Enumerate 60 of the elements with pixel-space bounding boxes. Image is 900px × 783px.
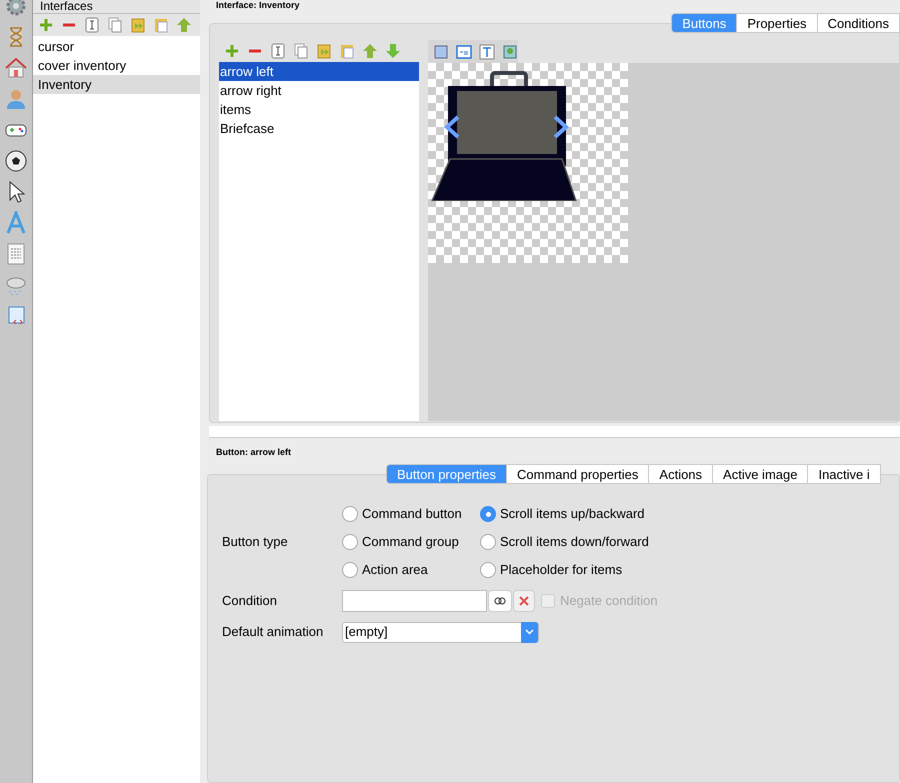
gear-icon[interactable] bbox=[4, 0, 28, 18]
radio-button[interactable] bbox=[342, 506, 358, 522]
field-label: Button type bbox=[222, 533, 289, 552]
tab[interactable]: Active image bbox=[712, 464, 808, 484]
down-arrow-icon[interactable] bbox=[384, 42, 402, 60]
copy-icon[interactable] bbox=[292, 42, 310, 60]
image-icon[interactable] bbox=[501, 42, 519, 60]
tab[interactable]: Actions bbox=[648, 464, 714, 484]
up-arrow-icon[interactable] bbox=[361, 42, 379, 60]
radio-option[interactable]: Action area bbox=[342, 560, 480, 580]
add-icon[interactable] bbox=[37, 16, 55, 34]
rename-icon[interactable] bbox=[269, 42, 287, 60]
radio-button[interactable] bbox=[480, 506, 496, 522]
section-title: Button: arrow left bbox=[215, 446, 292, 459]
list-item[interactable]: cover inventory bbox=[33, 56, 200, 75]
close-icon bbox=[519, 596, 529, 606]
person-icon[interactable] bbox=[4, 87, 28, 111]
chain-icon bbox=[494, 596, 506, 604]
radio-option[interactable]: Command button bbox=[342, 504, 480, 524]
list-item[interactable]: arrow right bbox=[219, 81, 419, 100]
field-label: Default animation bbox=[222, 623, 324, 642]
ball-icon[interactable] bbox=[4, 149, 28, 173]
link-button[interactable] bbox=[488, 590, 512, 612]
list-item[interactable]: Briefcase bbox=[219, 119, 419, 138]
text-icon[interactable] bbox=[478, 42, 496, 60]
rectangle-icon[interactable] bbox=[432, 42, 450, 60]
clipboard-icon[interactable] bbox=[338, 42, 356, 60]
tab[interactable]: Inactive i bbox=[807, 464, 881, 484]
caret-icon bbox=[525, 629, 534, 635]
radio-button[interactable] bbox=[480, 562, 496, 578]
up-arrow-icon[interactable] bbox=[175, 16, 193, 34]
list-item[interactable]: items bbox=[219, 100, 419, 119]
list-item[interactable]: arrow left bbox=[219, 62, 419, 81]
rename-icon[interactable] bbox=[83, 16, 101, 34]
section-title: Interface: Inventory bbox=[215, 0, 300, 11]
paste-icon[interactable] bbox=[129, 16, 147, 34]
house-icon[interactable] bbox=[4, 56, 28, 80]
letter-a-icon[interactable] bbox=[4, 211, 28, 235]
radio-button[interactable] bbox=[342, 562, 358, 578]
list-item[interactable]: Inventory bbox=[33, 75, 200, 94]
splitter-bar[interactable] bbox=[209, 426, 900, 438]
tab[interactable]: Conditions bbox=[816, 13, 900, 33]
radio-option[interactable]: Command group bbox=[342, 532, 480, 552]
panel-title: Interfaces bbox=[39, 0, 93, 13]
copy-icon[interactable] bbox=[106, 16, 124, 34]
tab[interactable]: Properties bbox=[736, 13, 818, 33]
clipboard-icon[interactable] bbox=[152, 16, 170, 34]
radio-option[interactable]: Scroll items up/backward bbox=[480, 504, 649, 524]
tab[interactable]: Command properties bbox=[506, 464, 650, 484]
animation-dropdown[interactable]: [empty] bbox=[342, 622, 539, 642]
window-icon[interactable] bbox=[455, 42, 473, 60]
paste-icon[interactable] bbox=[315, 42, 333, 60]
list-item[interactable]: cursor bbox=[33, 37, 200, 56]
radio-button[interactable] bbox=[480, 534, 496, 550]
radio-option[interactable]: Scroll items down/forward bbox=[480, 532, 649, 552]
condition-field[interactable] bbox=[342, 590, 487, 612]
radio-option[interactable]: Placeholder for items bbox=[480, 560, 649, 580]
radio-button[interactable] bbox=[342, 534, 358, 550]
field-label: Condition bbox=[222, 592, 278, 610]
add-icon[interactable] bbox=[223, 42, 241, 60]
